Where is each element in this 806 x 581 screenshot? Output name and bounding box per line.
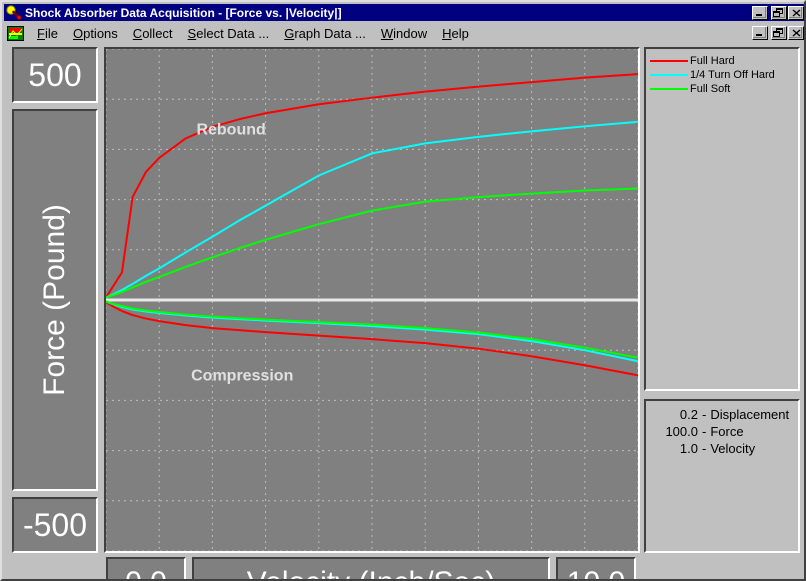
plot-canvas: Rebound Compression — [106, 49, 638, 551]
mdi-restore-button[interactable] — [771, 26, 787, 40]
legend-item[interactable]: Full Soft — [650, 82, 794, 96]
title-bar: Shock Absorber Data Acquisition - [Force… — [4, 4, 806, 21]
info-value: 0.2 — [650, 406, 698, 423]
y-axis-label: Force (Pound) — [38, 204, 72, 396]
mdi-minimize-button[interactable] — [752, 26, 768, 40]
mdi-child-controls — [751, 26, 806, 40]
legend-color-swatch — [650, 88, 688, 90]
menu-item-options[interactable]: Options — [66, 24, 126, 43]
minimize-button[interactable] — [752, 6, 768, 20]
y-axis-min-value[interactable]: -500 — [12, 497, 98, 553]
info-separator: - — [698, 423, 710, 440]
info-name: Force — [710, 423, 743, 440]
plot-annotation-label: Compression — [191, 367, 293, 384]
info-row: 0.2 - Displacement — [650, 406, 794, 423]
legend-color-swatch — [650, 60, 688, 62]
close-button[interactable] — [788, 6, 804, 20]
legend-label: Full Soft — [690, 83, 730, 95]
legend-color-swatch — [650, 74, 688, 76]
window-title: Shock Absorber Data Acquisition - [Force… — [25, 6, 751, 20]
menu-item-graph-data[interactable]: Graph Data ... — [277, 24, 374, 43]
legend-label: Full Hard — [690, 55, 735, 67]
info-value: 1.0 — [650, 440, 698, 457]
legend-label: 1/4 Turn Off Hard — [690, 69, 775, 81]
menu-item-collect[interactable]: Collect — [126, 24, 181, 43]
menu-item-select-data[interactable]: Select Data ... — [181, 24, 278, 43]
info-separator: - — [698, 440, 710, 457]
legend-item[interactable]: Full Hard — [650, 54, 794, 68]
menu-item-window[interactable]: Window — [374, 24, 435, 43]
info-row: 100.0 - Force — [650, 423, 794, 440]
restore-button[interactable] — [771, 6, 787, 20]
mdi-close-button[interactable] — [788, 26, 804, 40]
scale-info-panel: 0.2 - Displacement 100.0 - Force 1.0 - V… — [644, 399, 800, 553]
menu-item-help[interactable]: Help — [435, 24, 477, 43]
info-separator: - — [698, 406, 710, 423]
y-axis-label-box[interactable]: Force (Pound) — [12, 109, 98, 491]
y-axis-max-value[interactable]: 500 — [12, 47, 98, 103]
x-axis-label[interactable]: Velocity (Inch/Sec) — [192, 557, 550, 581]
shock-absorber-icon[interactable] — [6, 5, 22, 20]
menu-bar: File Options Collect Select Data ... Gra… — [4, 23, 806, 43]
legend-panel: Full Hard 1/4 Turn Off Hard Full Soft — [644, 47, 800, 391]
x-axis-min-value[interactable]: 0.0 — [106, 557, 186, 581]
application-window: Shock Absorber Data Acquisition - [Force… — [0, 0, 806, 581]
window-controls — [751, 6, 805, 20]
graph-document-icon[interactable] — [7, 26, 24, 41]
info-name: Displacement — [710, 406, 789, 423]
menu-item-file[interactable]: File — [30, 24, 66, 43]
legend-item[interactable]: 1/4 Turn Off Hard — [650, 68, 794, 82]
plot-area[interactable]: Rebound Compression — [104, 47, 640, 553]
x-axis-max-value[interactable]: 10.0 — [556, 557, 636, 581]
plot-annotation-label: Rebound — [196, 121, 265, 138]
info-value: 100.0 — [650, 423, 698, 440]
mdi-client-area: 500 Force (Pound) -500 Rebound Compressio… — [6, 45, 804, 579]
info-name: Velocity — [710, 440, 755, 457]
info-row: 1.0 - Velocity — [650, 440, 794, 457]
